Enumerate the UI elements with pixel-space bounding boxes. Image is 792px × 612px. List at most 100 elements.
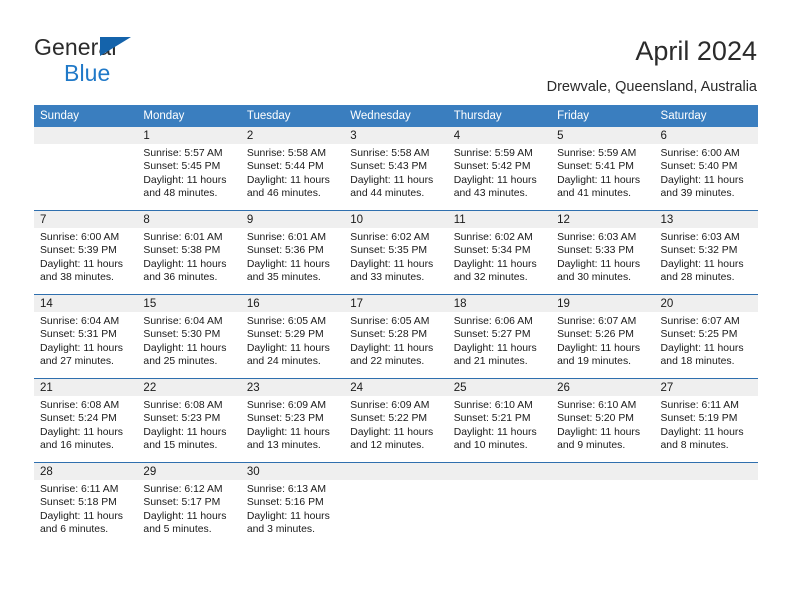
daylight-text-line2: and 3 minutes. <box>246 524 316 536</box>
calendar-cell: 7 Sunrise: 6:00 AM Sunset: 5:39 PM Daylight… <box>34 210 138 295</box>
day-cell[interactable]: 2 Sunrise: 5:58 AM Sunset: 5:44 PM Daylight… <box>240 127 345 210</box>
daylight-text-line1: Daylight: 11 hours <box>40 258 123 270</box>
sunrise-text: Sunrise: 6:13 AM <box>246 484 326 495</box>
sunrise-text: Sunrise: 5:58 AM <box>246 148 326 159</box>
sunrise-text: Sunrise: 6:04 AM <box>143 316 223 327</box>
sunset-text: Sunset: 5:20 PM <box>557 413 634 425</box>
day-cell[interactable]: 8 Sunrise: 6:01 AM Sunset: 5:38 PM Daylight… <box>137 211 241 294</box>
calendar-cell: 11 Sunrise: 6:02 AM Sunset: 5:34 PM Dayligh… <box>447 210 552 295</box>
day-cell[interactable]: 7 Sunrise: 6:00 AM Sunset: 5:39 PM Daylight… <box>34 211 138 294</box>
day-details: Sunrise: 6:05 AM Sunset: 5:28 PM Daylight:… <box>344 312 447 369</box>
day-cell[interactable]: 20 Sunrise: 6:07 AM Sunset: 5:25 PM Dayligh… <box>654 295 758 378</box>
day-cell[interactable]: 27 Sunrise: 6:11 AM Sunset: 5:19 PM Dayligh… <box>654 379 758 462</box>
day-details: Sunrise: 6:10 AM Sunset: 5:21 PM Daylight:… <box>448 396 551 453</box>
day-number: 18 <box>447 295 552 312</box>
daylight-text-line2: and 13 minutes. <box>246 440 321 452</box>
calendar-cell: 16 Sunrise: 6:05 AM Sunset: 5:29 PM Dayligh… <box>240 294 345 379</box>
day-cell[interactable]: 13 Sunrise: 6:03 AM Sunset: 5:32 PM Dayligh… <box>654 211 758 294</box>
daylight-text-line2: and 41 minutes. <box>557 188 632 200</box>
day-cell[interactable]: 1 Sunrise: 5:57 AM Sunset: 5:45 PM Daylight… <box>137 127 241 210</box>
day-cell[interactable]: 14 Sunrise: 6:04 AM Sunset: 5:31 PM Dayligh… <box>34 295 138 378</box>
day-cell[interactable]: 21 Sunrise: 6:08 AM Sunset: 5:24 PM Dayligh… <box>34 379 138 462</box>
day-number <box>344 463 448 480</box>
day-number: 30 <box>240 463 345 480</box>
calendar-cell: 23 Sunrise: 6:09 AM Sunset: 5:23 PM Dayligh… <box>240 378 345 463</box>
day-cell[interactable]: 26 Sunrise: 6:10 AM Sunset: 5:20 PM Dayligh… <box>551 379 655 462</box>
day-number: 21 <box>34 379 138 396</box>
calendar-cell: 5 Sunrise: 5:59 AM Sunset: 5:41 PM Daylight… <box>551 127 655 211</box>
day-cell[interactable]: 24 Sunrise: 6:09 AM Sunset: 5:22 PM Dayligh… <box>344 379 448 462</box>
day-cell[interactable]: 30 Sunrise: 6:13 AM Sunset: 5:16 PM Dayligh… <box>240 463 345 546</box>
day-number: 8 <box>137 211 241 228</box>
day-number: 20 <box>654 295 758 312</box>
day-cell[interactable]: 12 Sunrise: 6:03 AM Sunset: 5:33 PM Dayligh… <box>551 211 655 294</box>
daylight-text-line1: Daylight: 11 hours <box>246 426 330 438</box>
day-details: Sunrise: 6:07 AM Sunset: 5:26 PM Daylight:… <box>551 312 654 369</box>
daylight-text-line1: Daylight: 11 hours <box>143 342 227 354</box>
day-cell[interactable]: 10 Sunrise: 6:02 AM Sunset: 5:35 PM Dayligh… <box>344 211 448 294</box>
day-number: 13 <box>654 211 758 228</box>
sunrise-text: Sunrise: 5:57 AM <box>143 148 223 159</box>
day-cell[interactable]: 9 Sunrise: 6:01 AM Sunset: 5:36 PM Daylight… <box>240 211 345 294</box>
daylight-text-line1: Daylight: 11 hours <box>143 426 227 438</box>
day-details: Sunrise: 6:00 AM Sunset: 5:39 PM Daylight:… <box>34 228 137 285</box>
sunrise-text: Sunrise: 5:59 AM <box>453 148 533 159</box>
day-cell[interactable]: 4 Sunrise: 5:59 AM Sunset: 5:42 PM Daylight… <box>447 127 552 210</box>
day-details: Sunrise: 6:03 AM Sunset: 5:33 PM Daylight:… <box>551 228 654 285</box>
daylight-text-line1: Daylight: 11 hours <box>557 426 641 438</box>
day-cell-empty <box>344 463 448 546</box>
calendar-cell <box>344 462 448 546</box>
sunset-text: Sunset: 5:31 PM <box>40 329 117 341</box>
weekday-header-row: Sunday Monday Tuesday Wednesday Thursday… <box>34 105 758 127</box>
daylight-text-line1: Daylight: 11 hours <box>453 174 537 186</box>
day-cell[interactable]: 5 Sunrise: 5:59 AM Sunset: 5:41 PM Daylight… <box>551 127 655 210</box>
daylight-text-line1: Daylight: 11 hours <box>557 174 641 186</box>
day-details: Sunrise: 6:11 AM Sunset: 5:18 PM Daylight:… <box>34 480 137 537</box>
day-details: Sunrise: 6:01 AM Sunset: 5:36 PM Daylight:… <box>241 228 344 285</box>
day-cell[interactable]: 19 Sunrise: 6:07 AM Sunset: 5:26 PM Dayligh… <box>551 295 655 378</box>
day-cell[interactable]: 3 Sunrise: 5:58 AM Sunset: 5:43 PM Daylight… <box>344 127 448 210</box>
day-number: 11 <box>447 211 552 228</box>
daylight-text-line1: Daylight: 11 hours <box>350 258 434 270</box>
sunrise-text: Sunrise: 5:59 AM <box>557 148 637 159</box>
day-number: 17 <box>344 295 448 312</box>
day-cell[interactable]: 22 Sunrise: 6:08 AM Sunset: 5:23 PM Dayligh… <box>137 379 241 462</box>
daylight-text-line1: Daylight: 11 hours <box>350 426 434 438</box>
sunset-text: Sunset: 5:42 PM <box>453 161 531 173</box>
day-cell[interactable]: 15 Sunrise: 6:04 AM Sunset: 5:30 PM Dayligh… <box>137 295 241 378</box>
daylight-text-line2: and 6 minutes. <box>40 524 109 536</box>
daylight-text-line2: and 44 minutes. <box>350 188 425 200</box>
sunset-text: Sunset: 5:29 PM <box>246 329 324 341</box>
day-cell[interactable]: 29 Sunrise: 6:12 AM Sunset: 5:17 PM Dayligh… <box>137 463 241 546</box>
day-cell[interactable]: 17 Sunrise: 6:05 AM Sunset: 5:28 PM Dayligh… <box>344 295 448 378</box>
day-details: Sunrise: 6:03 AM Sunset: 5:32 PM Daylight:… <box>655 228 758 285</box>
day-cell[interactable]: 16 Sunrise: 6:05 AM Sunset: 5:29 PM Dayligh… <box>240 295 345 378</box>
day-cell[interactable]: 18 Sunrise: 6:06 AM Sunset: 5:27 PM Dayligh… <box>447 295 552 378</box>
day-cell-empty <box>551 463 655 546</box>
daylight-text-line2: and 24 minutes. <box>246 356 321 368</box>
daylight-text-line1: Daylight: 11 hours <box>246 174 330 186</box>
daylight-text-line1: Daylight: 11 hours <box>143 510 227 522</box>
calendar-cell: 2 Sunrise: 5:58 AM Sunset: 5:44 PM Daylight… <box>240 127 345 211</box>
day-number <box>447 463 552 480</box>
weekday-header-monday: Monday <box>137 105 241 127</box>
day-cell[interactable]: 25 Sunrise: 6:10 AM Sunset: 5:21 PM Dayligh… <box>447 379 552 462</box>
day-number <box>34 127 138 144</box>
daylight-text-line1: Daylight: 11 hours <box>453 426 537 438</box>
calendar-cell: 30 Sunrise: 6:13 AM Sunset: 5:16 PM Dayligh… <box>240 462 345 546</box>
sunset-text: Sunset: 5:33 PM <box>557 245 634 257</box>
day-cell[interactable]: 28 Sunrise: 6:11 AM Sunset: 5:18 PM Dayligh… <box>34 463 138 546</box>
daylight-text-line1: Daylight: 11 hours <box>246 342 330 354</box>
daylight-text-line1: Daylight: 11 hours <box>453 342 537 354</box>
daylight-text-line2: and 30 minutes. <box>557 272 632 284</box>
day-cell[interactable]: 11 Sunrise: 6:02 AM Sunset: 5:34 PM Dayligh… <box>447 211 552 294</box>
sunrise-text: Sunrise: 5:58 AM <box>350 148 430 159</box>
sunrise-text: Sunrise: 6:05 AM <box>350 316 430 327</box>
day-cell[interactable]: 6 Sunrise: 6:00 AM Sunset: 5:40 PM Daylight… <box>654 127 758 210</box>
daylight-text-line2: and 12 minutes. <box>350 440 425 452</box>
sunset-text: Sunset: 5:23 PM <box>246 413 324 425</box>
sunset-text: Sunset: 5:28 PM <box>350 329 428 341</box>
calendar-cell: 22 Sunrise: 6:08 AM Sunset: 5:23 PM Dayligh… <box>137 378 241 463</box>
day-cell[interactable]: 23 Sunrise: 6:09 AM Sunset: 5:23 PM Dayligh… <box>240 379 345 462</box>
daylight-text-line2: and 25 minutes. <box>143 356 218 368</box>
